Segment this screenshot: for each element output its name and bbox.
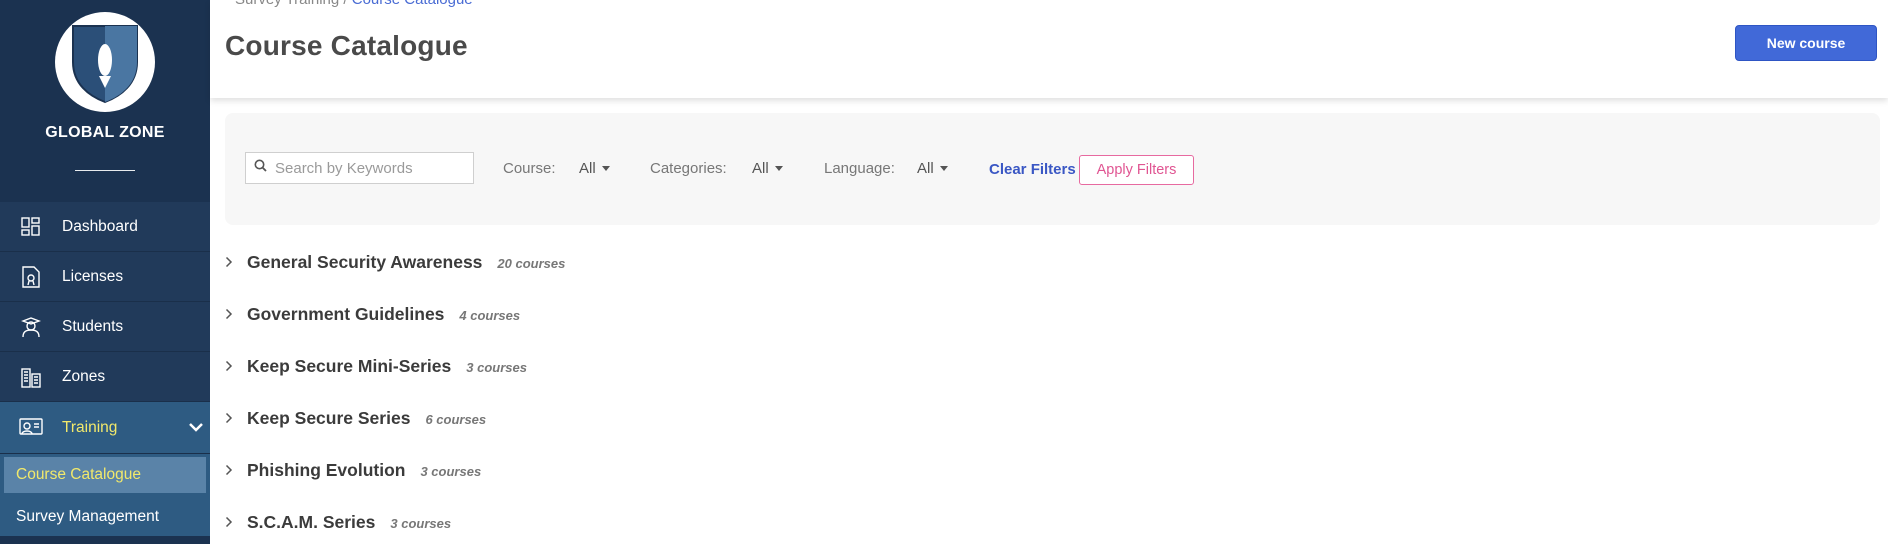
dashboard-icon bbox=[0, 216, 62, 237]
sidebar-subitem-course-catalogue[interactable]: Course Catalogue bbox=[4, 457, 206, 493]
caret-down-icon bbox=[774, 166, 783, 171]
brand-logo[interactable] bbox=[55, 12, 155, 112]
page-header: Survey Training / Course Catalogue Cours… bbox=[210, 0, 1888, 98]
course-category-list: General Security Awareness 20 courses Go… bbox=[225, 236, 1825, 544]
language-filter-value: All bbox=[917, 160, 934, 177]
search-input[interactable] bbox=[275, 159, 465, 177]
category-row[interactable]: Phishing Evolution 3 courses bbox=[225, 444, 1825, 496]
course-filter-select[interactable]: All bbox=[579, 160, 610, 177]
filter-panel: Course: All Categories: All Language: Al… bbox=[225, 113, 1880, 225]
category-row[interactable]: Keep Secure Series 6 courses bbox=[225, 392, 1825, 444]
chevron-down-icon[interactable] bbox=[188, 419, 204, 437]
category-row[interactable]: S.C.A.M. Series 3 courses bbox=[225, 496, 1825, 544]
language-filter-select[interactable]: All bbox=[917, 160, 948, 177]
sidebar-item-licenses[interactable]: Licenses bbox=[0, 252, 210, 302]
category-course-count: 3 courses bbox=[466, 359, 527, 375]
category-course-count: 20 courses bbox=[497, 255, 566, 271]
category-course-count: 4 courses bbox=[459, 307, 521, 323]
category-name: Keep Secure Mini-Series bbox=[247, 355, 452, 376]
category-course-count: 3 courses bbox=[420, 463, 482, 479]
breadcrumb: Survey Training / Course Catalogue bbox=[235, 0, 473, 8]
clear-filters-button[interactable]: Clear Filters bbox=[989, 161, 1076, 178]
page-title: Course Catalogue bbox=[225, 30, 468, 61]
chevron-right-icon bbox=[225, 412, 247, 424]
chevron-right-icon bbox=[225, 360, 247, 372]
training-icon bbox=[0, 417, 62, 438]
sidebar-nav: Dashboard Licenses Students Zones Traini… bbox=[0, 202, 210, 541]
sidebar-item-zones[interactable]: Zones bbox=[0, 352, 210, 402]
chevron-right-icon bbox=[225, 464, 247, 476]
chevron-right-icon bbox=[225, 308, 247, 320]
category-name: Phishing Evolution bbox=[247, 459, 406, 480]
category-row[interactable]: Government Guidelines 4 courses bbox=[225, 288, 1825, 340]
training-submenu: Course Catalogue Survey Management bbox=[0, 454, 210, 536]
zones-icon bbox=[0, 366, 62, 388]
shield-icon bbox=[72, 25, 138, 104]
search-icon bbox=[254, 159, 267, 177]
sidebar-item-dashboard[interactable]: Dashboard bbox=[0, 202, 210, 252]
category-name: Keep Secure Series bbox=[247, 407, 411, 428]
category-row[interactable]: Keep Secure Mini-Series 3 courses bbox=[225, 340, 1825, 392]
categories-filter-label: Categories: bbox=[650, 160, 727, 177]
breadcrumb-parent[interactable]: Survey Training bbox=[235, 0, 339, 8]
category-name: General Security Awareness bbox=[247, 251, 483, 272]
sidebar-item-label: Dashboard bbox=[62, 217, 138, 235]
students-icon bbox=[0, 316, 62, 338]
caret-down-icon bbox=[939, 166, 948, 171]
category-course-count: 6 courses bbox=[425, 411, 487, 427]
course-filter-value: All bbox=[579, 160, 596, 177]
category-course-count: 3 courses bbox=[390, 515, 452, 531]
brand-area: GLOBAL ZONE bbox=[0, 0, 210, 202]
new-course-button[interactable]: New course bbox=[1735, 25, 1877, 61]
chevron-right-icon bbox=[225, 516, 247, 528]
apply-filters-button[interactable]: Apply Filters bbox=[1079, 155, 1194, 185]
sidebar-item-label: Students bbox=[62, 317, 124, 335]
sidebar-item-label: Training bbox=[62, 418, 118, 436]
caret-down-icon bbox=[601, 166, 610, 171]
search-box[interactable] bbox=[245, 152, 474, 184]
sidebar-item-students[interactable]: Students bbox=[0, 302, 210, 352]
chevron-right-icon bbox=[225, 256, 247, 268]
breadcrumb-separator: / bbox=[343, 0, 347, 8]
categories-filter-value: All bbox=[752, 160, 769, 177]
sidebar-item-label: Zones bbox=[62, 367, 106, 385]
sidebar-item-label: Licenses bbox=[62, 267, 124, 285]
course-filter-label: Course: bbox=[503, 160, 556, 177]
category-name: Government Guidelines bbox=[247, 303, 445, 324]
brand-name: GLOBAL ZONE bbox=[45, 124, 165, 141]
category-row[interactable]: General Security Awareness 20 courses bbox=[225, 236, 1825, 288]
categories-filter-select[interactable]: All bbox=[752, 160, 783, 177]
sidebar-subitem-survey-management[interactable]: Survey Management bbox=[4, 498, 206, 536]
brand-divider bbox=[75, 170, 135, 171]
category-name: S.C.A.M. Series bbox=[247, 511, 376, 532]
sidebar: GLOBAL ZONE Dashboard Licenses Students … bbox=[0, 0, 210, 544]
licenses-icon bbox=[0, 265, 62, 288]
language-filter-label: Language: bbox=[824, 160, 895, 177]
sidebar-item-training[interactable]: Training bbox=[0, 402, 210, 454]
breadcrumb-current: Course Catalogue bbox=[352, 0, 473, 8]
